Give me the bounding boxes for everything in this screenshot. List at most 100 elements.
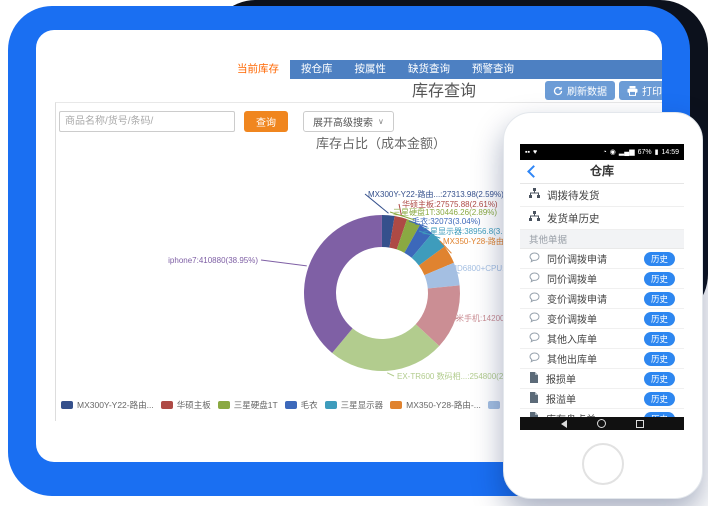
alarm-icon: ◔ (603, 149, 607, 156)
phone-menu: 调拨待发货发货单历史 (520, 184, 684, 230)
back-chevron-icon[interactable] (527, 164, 535, 178)
refresh-icon (553, 86, 563, 96)
doc-item[interactable]: 报溢单历史 (520, 389, 684, 409)
advanced-search-button[interactable]: 展开高级搜索 ∨ (303, 111, 394, 132)
pie-label-line (261, 260, 307, 266)
history-button[interactable]: 历史 (644, 272, 675, 286)
sitemap-icon (529, 188, 540, 202)
doc-icon (529, 392, 539, 406)
doc-item-label: 变价调拨单 (547, 311, 637, 326)
legend-item[interactable]: 三星显示器 (325, 399, 384, 411)
pie-slice[interactable] (304, 215, 382, 353)
tab-按仓库[interactable]: 按仓库 (290, 60, 344, 79)
section-title: 其他单据 (520, 230, 684, 249)
legend-item[interactable]: MX350-Y28-路由-... (390, 399, 481, 411)
data-icon: ◉ (610, 148, 616, 156)
doc-item[interactable]: 变价调拨申请历史 (520, 289, 684, 309)
doc-item[interactable]: 同价调拨单历史 (520, 269, 684, 289)
history-button[interactable]: 历史 (644, 252, 675, 266)
doc-item-label: 报溢单 (546, 391, 637, 406)
history-button[interactable]: 历史 (644, 292, 675, 306)
toolbar: 刷新数据 打印 (545, 81, 662, 100)
legend-item[interactable]: MX300Y-Y22-路由... (61, 399, 154, 411)
doc-icon (529, 372, 539, 386)
phone-doc-list: 同价调拨申请历史同价调拨单历史变价调拨申请历史变价调拨单历史其他入库单历史其他出… (520, 249, 684, 429)
phone-page-title: 仓库 (520, 160, 684, 183)
phone-screen: ▪▪ ♥ ◔ ◉ ▂▄▆ 67% ▮ 14:59 仓库 调拨待发货发货单历史 其… (520, 144, 684, 430)
menu-item[interactable]: 调拨待发货 (520, 184, 684, 207)
legend-swatch (285, 401, 297, 409)
nav-tabs: 当前库存按仓库按属性缺货查询预警查询 (226, 60, 662, 79)
doc-item-label: 变价调拨申请 (547, 291, 637, 306)
pie-label: MX300Y-Y22-路由...:27313.98(2.59%) (368, 189, 504, 199)
tab-按属性[interactable]: 按属性 (344, 60, 398, 79)
android-recents-icon[interactable] (636, 420, 644, 428)
doc-item-label: 报损单 (546, 371, 637, 386)
android-nav-bar (520, 417, 684, 430)
legend-swatch (390, 401, 402, 409)
android-home-icon[interactable] (597, 419, 606, 428)
canvas: 当前库存按仓库按属性缺货查询预警查询 库存查询 刷新数据 打印 查询 展开高级搜… (0, 0, 708, 506)
search-button[interactable]: 查询 (244, 111, 288, 132)
pie-label-line (387, 373, 394, 376)
battery-icon: ▮ (655, 148, 659, 156)
history-button[interactable]: 历史 (644, 392, 675, 406)
signal-dots-icon: ▪▪ (525, 149, 530, 156)
status-time: 14:59 (661, 149, 679, 156)
history-button[interactable]: 历史 (644, 352, 675, 366)
bubble-icon (529, 352, 540, 366)
pie-label: 三星硬盘1T:30446.26(2.89%) (393, 207, 497, 217)
battery-percent: 67% (638, 149, 652, 156)
legend-label: 毛衣 (301, 399, 318, 411)
heart-icon: ♥ (533, 149, 537, 156)
doc-item[interactable]: 报损单历史 (520, 369, 684, 389)
legend-swatch (325, 401, 337, 409)
signal-bars-icon: ▂▄▆ (619, 148, 635, 156)
legend-label: 三星显示器 (341, 399, 384, 411)
doc-item[interactable]: 变价调拨单历史 (520, 309, 684, 329)
legend-label: 华硕主板 (177, 399, 211, 411)
print-button[interactable]: 打印 (619, 81, 662, 100)
doc-item-label: 其他入库单 (547, 331, 637, 346)
advanced-search-label: 展开高级搜索 (313, 114, 373, 129)
doc-item-label: 同价调拨申请 (547, 251, 637, 266)
chevron-down-icon: ∨ (378, 117, 384, 126)
bubble-icon (529, 292, 540, 306)
legend-label: 三星硬盘1T (234, 399, 278, 411)
legend-item[interactable]: 华硕主板 (161, 399, 211, 411)
printer-icon (627, 86, 638, 96)
search-input[interactable] (59, 111, 235, 132)
bubble-icon (529, 312, 540, 326)
doc-item-label: 同价调拨单 (547, 271, 637, 286)
doc-item[interactable]: 其他出库单历史 (520, 349, 684, 369)
legend-swatch (488, 401, 500, 409)
pie-label: 毛衣:32073(3.04%) (412, 216, 481, 226)
tab-当前库存[interactable]: 当前库存 (226, 60, 290, 79)
bubble-icon (529, 272, 540, 286)
legend-item[interactable]: 毛衣 (285, 399, 318, 411)
phone-header: 仓库 (520, 160, 684, 184)
doc-item[interactable]: 其他入库单历史 (520, 329, 684, 349)
android-back-icon[interactable] (561, 420, 567, 428)
bubble-icon (529, 252, 540, 266)
menu-item-label: 发货单历史 (547, 211, 600, 226)
legend-label: MX350-Y28-路由-... (406, 399, 481, 411)
history-button[interactable]: 历史 (644, 332, 675, 346)
legend-label: MX300Y-Y22-路由... (77, 399, 154, 411)
doc-item[interactable]: 同价调拨申请历史 (520, 249, 684, 269)
refresh-data-button[interactable]: 刷新数据 (545, 81, 615, 100)
tab-预警查询[interactable]: 预警查询 (461, 60, 525, 79)
menu-item[interactable]: 发货单历史 (520, 207, 684, 230)
doc-item-label: 其他出库单 (547, 351, 637, 366)
home-button[interactable] (582, 443, 624, 485)
pie-label: iphone7:410880(38.95%) (168, 256, 258, 265)
history-button[interactable]: 历史 (644, 312, 675, 326)
phone: ▪▪ ♥ ◔ ◉ ▂▄▆ 67% ▮ 14:59 仓库 调拨待发货发货单历史 其… (503, 112, 703, 499)
legend-item[interactable]: 三星硬盘1T (218, 399, 278, 411)
tab-缺货查询[interactable]: 缺货查询 (397, 60, 461, 79)
menu-item-label: 调拨待发货 (547, 188, 600, 203)
history-button[interactable]: 历史 (644, 372, 675, 386)
phone-status-bar: ▪▪ ♥ ◔ ◉ ▂▄▆ 67% ▮ 14:59 (520, 144, 684, 160)
legend-swatch (61, 401, 73, 409)
legend-swatch (218, 401, 230, 409)
